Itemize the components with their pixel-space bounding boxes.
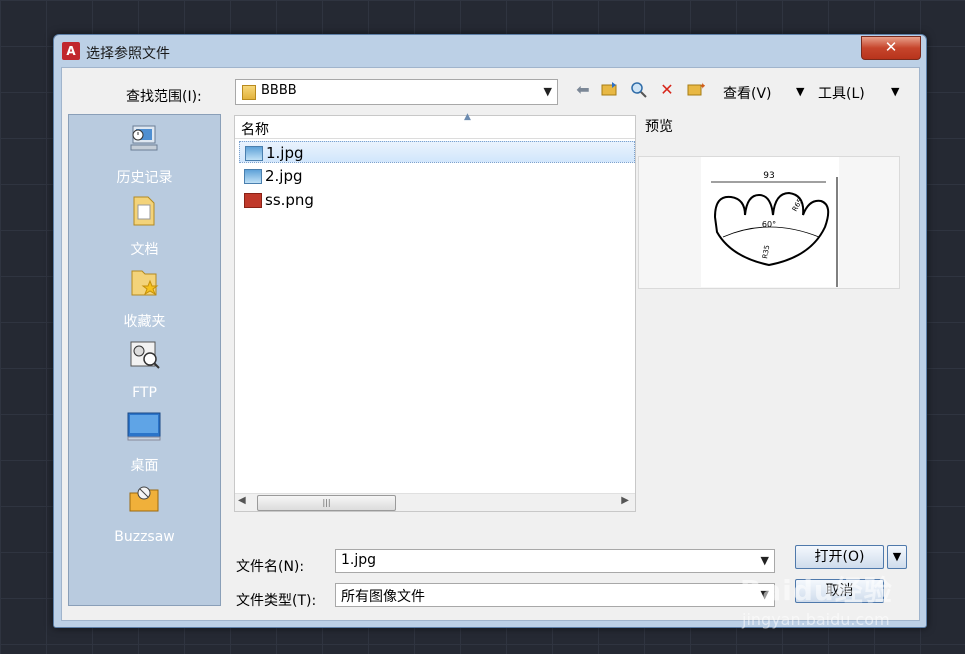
desktop-icon bbox=[127, 412, 161, 441]
lookin-dropdown[interactable]: BBBB ▼ bbox=[235, 79, 558, 105]
preview-label: 预览 bbox=[645, 119, 673, 135]
title-bar[interactable]: A 选择参照文件 ✕ bbox=[54, 35, 926, 67]
filetype-dropdown[interactable]: 所有图像文件 ▼ bbox=[335, 583, 775, 607]
dropdown-arrow-icon[interactable]: ▼ bbox=[761, 554, 769, 567]
scroll-left-icon[interactable]: ◀ bbox=[238, 495, 246, 506]
open-button[interactable]: 打开(O) bbox=[795, 545, 884, 569]
file-row[interactable]: 2.jpg bbox=[239, 165, 633, 187]
watermark-url: jingyan.baidu.com bbox=[742, 610, 890, 629]
favorites-folder-icon bbox=[131, 270, 159, 296]
search-web-icon[interactable] bbox=[629, 81, 649, 103]
preview-drawing-image: 93 60° R65 R35 bbox=[701, 157, 839, 287]
file-name: 2.jpg bbox=[265, 167, 303, 185]
column-header-label: 名称 bbox=[241, 122, 269, 138]
open-options-arrow-icon[interactable]: ▼ bbox=[887, 545, 907, 569]
dialog-client: 查找范围(I): BBBB ▼ ⬅ ✕ ✦ 查看(V) ▼ 工具(L) ▼ 历史… bbox=[61, 67, 920, 621]
place-label: 桌面 bbox=[130, 458, 159, 474]
jpg-file-icon bbox=[245, 146, 263, 161]
filename-input[interactable]: 1.jpg ▼ bbox=[335, 549, 775, 573]
preview-pane: 93 60° R65 R35 bbox=[638, 156, 900, 289]
documents-folder-icon bbox=[133, 196, 155, 226]
select-reference-file-dialog: A 选择参照文件 ✕ 查找范围(I): BBBB ▼ ⬅ ✕ ✦ 查看(V) ▼… bbox=[53, 34, 927, 628]
view-menu[interactable]: 查看(V) bbox=[723, 83, 772, 103]
place-label: Buzzsaw bbox=[114, 529, 175, 545]
back-icon[interactable]: ⬅ bbox=[573, 81, 593, 99]
file-list[interactable]: ▲ 名称 1.jpg 2.jpg ss.png ◀ ||| ▶ bbox=[234, 112, 636, 512]
filename-label: 文件名(N): bbox=[236, 559, 305, 575]
column-header-name[interactable]: ▲ 名称 bbox=[235, 112, 635, 139]
lookin-value: BBBB bbox=[261, 83, 297, 98]
place-label: 收藏夹 bbox=[123, 314, 166, 330]
jpg-file-icon bbox=[244, 169, 262, 184]
dimension-angle: 60° bbox=[762, 220, 776, 229]
ftp-icon bbox=[130, 341, 160, 369]
view-dropdown-arrow-icon[interactable]: ▼ bbox=[796, 85, 804, 98]
file-name: ss.png bbox=[265, 191, 314, 209]
file-row[interactable]: ss.png bbox=[239, 189, 633, 211]
dimension-width: 93 bbox=[763, 171, 774, 181]
up-folder-icon[interactable] bbox=[600, 81, 620, 101]
scroll-thumb[interactable]: ||| bbox=[257, 495, 396, 511]
tools-menu[interactable]: 工具(L) bbox=[818, 83, 865, 103]
places-bar: 历史记录 文档 收藏夹 FTP 桌面 Buzzsaw bbox=[68, 114, 221, 606]
place-label: 文档 bbox=[130, 242, 159, 258]
folder-icon bbox=[242, 85, 256, 100]
svg-text:✦: ✦ bbox=[699, 82, 705, 92]
watermark-logo: Baidu经验 bbox=[740, 574, 893, 607]
file-row[interactable]: 1.jpg bbox=[239, 141, 635, 163]
sort-ascending-icon: ▲ bbox=[464, 112, 471, 122]
scroll-right-icon[interactable]: ▶ bbox=[621, 495, 629, 506]
filetype-label: 文件类型(T): bbox=[236, 593, 317, 609]
png-file-icon bbox=[244, 193, 262, 208]
dropdown-arrow-icon[interactable]: ▼ bbox=[544, 85, 552, 98]
filename-value: 1.jpg bbox=[341, 552, 377, 568]
autocad-logo-icon: A bbox=[62, 42, 80, 60]
buzzsaw-icon bbox=[129, 486, 159, 512]
place-label: 历史记录 bbox=[116, 170, 173, 186]
horizontal-scrollbar[interactable]: ◀ ||| ▶ bbox=[235, 493, 635, 511]
history-icon bbox=[130, 125, 158, 151]
filetype-value: 所有图像文件 bbox=[341, 589, 425, 605]
dialog-title: 选择参照文件 bbox=[86, 46, 170, 62]
new-folder-icon[interactable]: ✦ bbox=[686, 81, 707, 101]
delete-icon[interactable]: ✕ bbox=[657, 81, 677, 99]
close-button[interactable]: ✕ bbox=[861, 36, 921, 60]
tools-dropdown-arrow-icon[interactable]: ▼ bbox=[891, 85, 899, 98]
lookin-label: 查找范围(I): bbox=[126, 89, 202, 105]
file-name: 1.jpg bbox=[266, 144, 304, 162]
place-label: FTP bbox=[132, 385, 157, 401]
